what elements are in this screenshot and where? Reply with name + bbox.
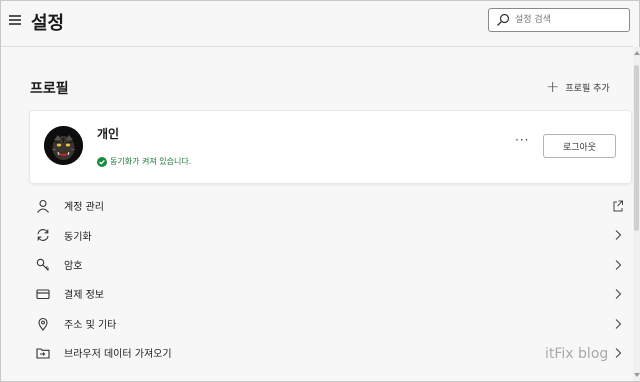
menu-item-label: 주소 및 기타 [64,319,117,331]
tiger-avatar[interactable] [44,126,83,165]
import-folder-icon [36,348,50,359]
page-title: 설정 [31,13,65,34]
hamburger-icon[interactable] [9,15,21,25]
top-bar: 설정 [1,1,633,47]
search-box[interactable] [488,8,630,32]
menu-item-sync[interactable]: 동기화 [30,220,633,249]
add-profile-button[interactable]: + 프로필 추가 [546,79,610,95]
add-profile-label: 프로필 추가 [565,83,610,94]
menu-item-label: 암호 [64,260,83,272]
chevron-right-icon [615,318,622,329]
more-options-button[interactable]: ··· [515,134,531,149]
profile-section-title: 프로필 [30,81,69,97]
sync-status-text: 동기화가 켜져 있습니다. [110,157,192,166]
external-link-icon [613,200,623,212]
menu-item-import-browser-data[interactable]: 브라우저 데이터 가져오기 [30,338,633,367]
menu-item-passwords[interactable]: 암호 [30,250,633,279]
profile-name: 개인 [97,127,120,141]
search-icon [497,13,510,26]
menu-item-label: 동기화 [64,231,92,243]
menu-item-label: 계정 관리 [64,202,104,214]
search-input[interactable] [515,11,625,29]
sync-status: 동기화가 켜져 있습니다. [97,156,191,167]
menu-item-label: 브라우저 데이터 가져오기 [64,349,172,361]
scroll-up-arrow-icon[interactable] [634,51,640,55]
scrollbar-thumb[interactable] [634,65,639,231]
menu-item-addresses[interactable]: 주소 및 기타 [30,309,633,338]
credit-card-icon [36,289,50,300]
menu-item-account-management[interactable]: 계정 관리 [30,191,633,220]
key-icon [36,258,49,271]
settings-content: 프로필 + 프로필 추가 개인 동기화가 켜져 있습니다. ··· 로그아웃 계… [1,48,633,381]
location-pin-icon [38,317,48,331]
check-circle-icon [97,156,107,167]
chevron-right-icon [615,230,622,241]
sync-icon [37,229,49,242]
chevron-right-icon [615,259,622,270]
menu-item-label: 결제 정보 [64,290,104,302]
vertical-scrollbar[interactable] [633,47,640,381]
settings-window: 설정 프로필 + 프로필 추가 [0,0,640,382]
plus-icon: + [546,77,560,96]
settings-menu: 계정 관리 동기화 암호 결제 정보 주소 및 기타 브라우저 데이터 가져오기 [30,191,633,367]
person-icon [37,199,49,213]
menu-item-payment-info[interactable]: 결제 정보 [30,279,633,308]
chevron-right-icon [615,348,622,358]
profile-card: 개인 동기화가 켜져 있습니다. ··· 로그아웃 [30,111,631,183]
scroll-down-arrow-icon[interactable] [634,373,640,377]
chevron-right-icon [615,289,622,300]
avatar-image [44,126,83,165]
logout-button[interactable]: 로그아웃 [543,134,616,158]
watermark: itFix blog [545,346,609,362]
